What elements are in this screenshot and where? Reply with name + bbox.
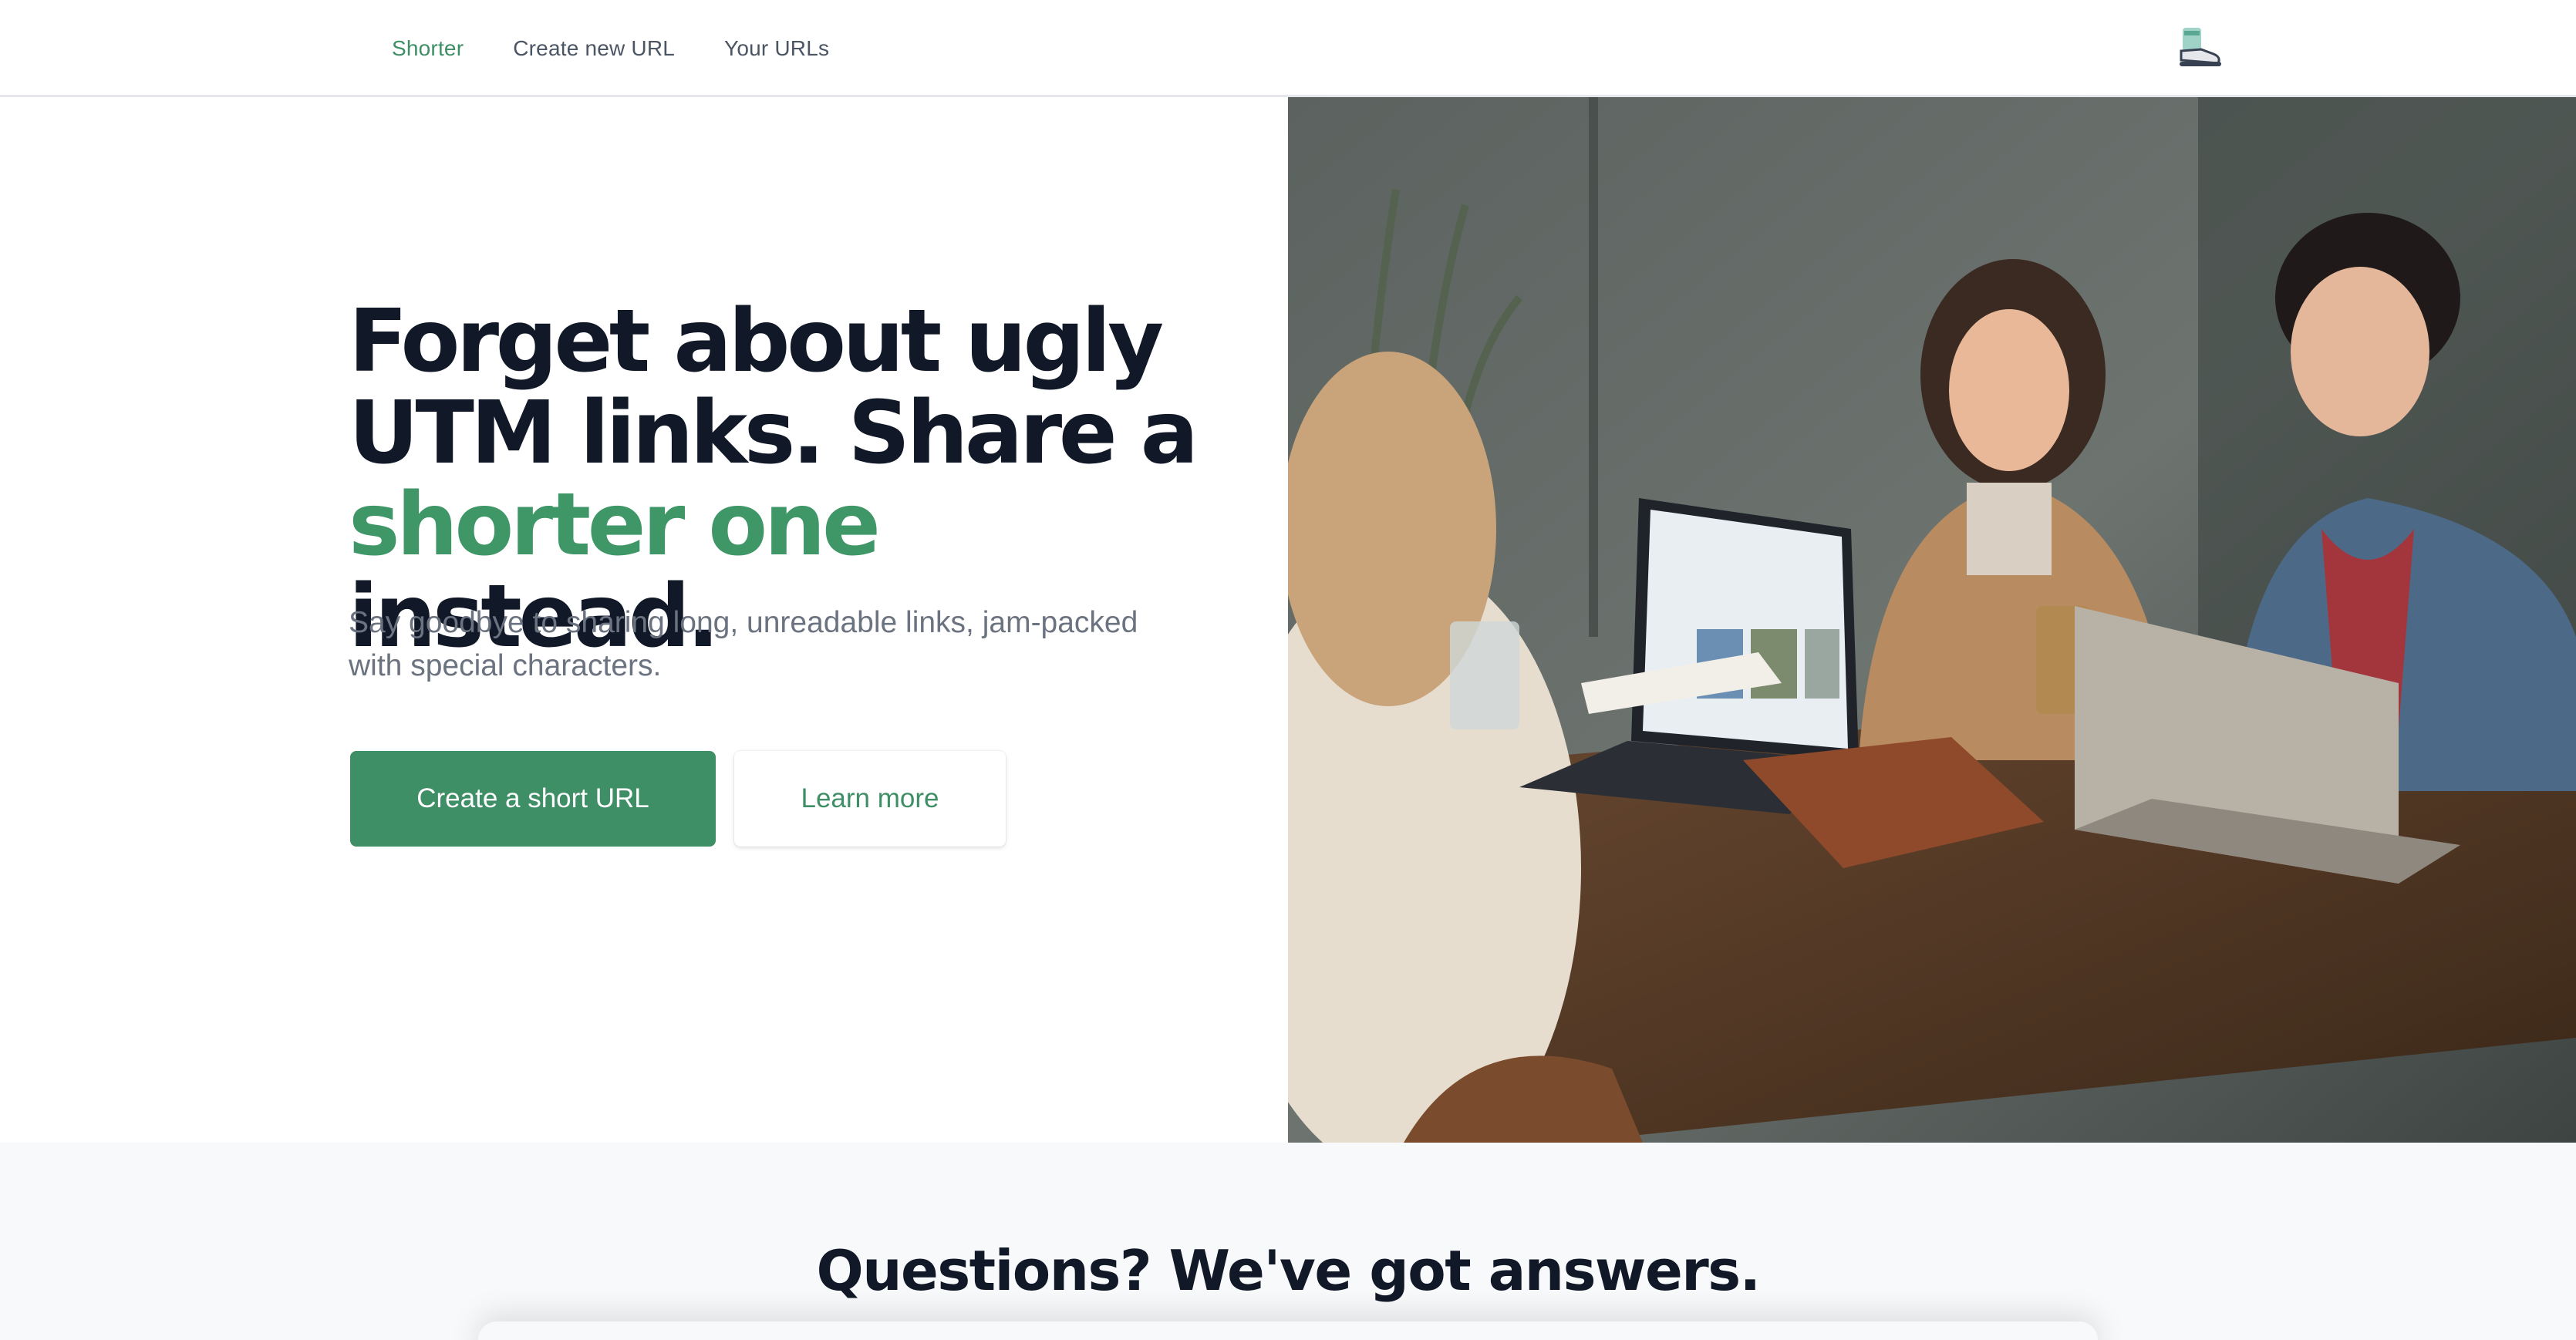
hero-subtitle: Say goodbye to sharing long, unreadable … xyxy=(349,606,1138,682)
nav-link-your-urls[interactable]: Your URLs xyxy=(724,36,829,61)
hero-section: Forget about ugly UTM links. Share a sho… xyxy=(0,97,2576,1143)
hero-photo xyxy=(1288,97,2576,1143)
learn-more-button[interactable]: Learn more xyxy=(734,751,1006,847)
hero-content: Forget about ugly UTM links. Share a sho… xyxy=(0,97,1288,1143)
headline-accent-text: shorter one xyxy=(349,475,881,575)
nav-link-create-new-url[interactable]: Create new URL xyxy=(513,36,675,61)
faq-section: Questions? We've got answers. xyxy=(0,1143,2576,1340)
top-navbar: Shorter Create new URL Your URLs xyxy=(0,0,2576,97)
nav-links: Shorter Create new URL Your URLs xyxy=(392,0,829,97)
faq-title: Questions? We've got answers. xyxy=(816,1238,1761,1303)
nav-link-shorter[interactable]: Shorter xyxy=(392,36,464,61)
sneaker-avatar-icon[interactable] xyxy=(2175,23,2224,72)
create-short-url-button[interactable]: Create a short URL xyxy=(350,751,716,847)
faq-card-edge xyxy=(478,1321,2098,1340)
headline-text-start: Forget about ugly UTM links. Share a xyxy=(349,291,1199,483)
